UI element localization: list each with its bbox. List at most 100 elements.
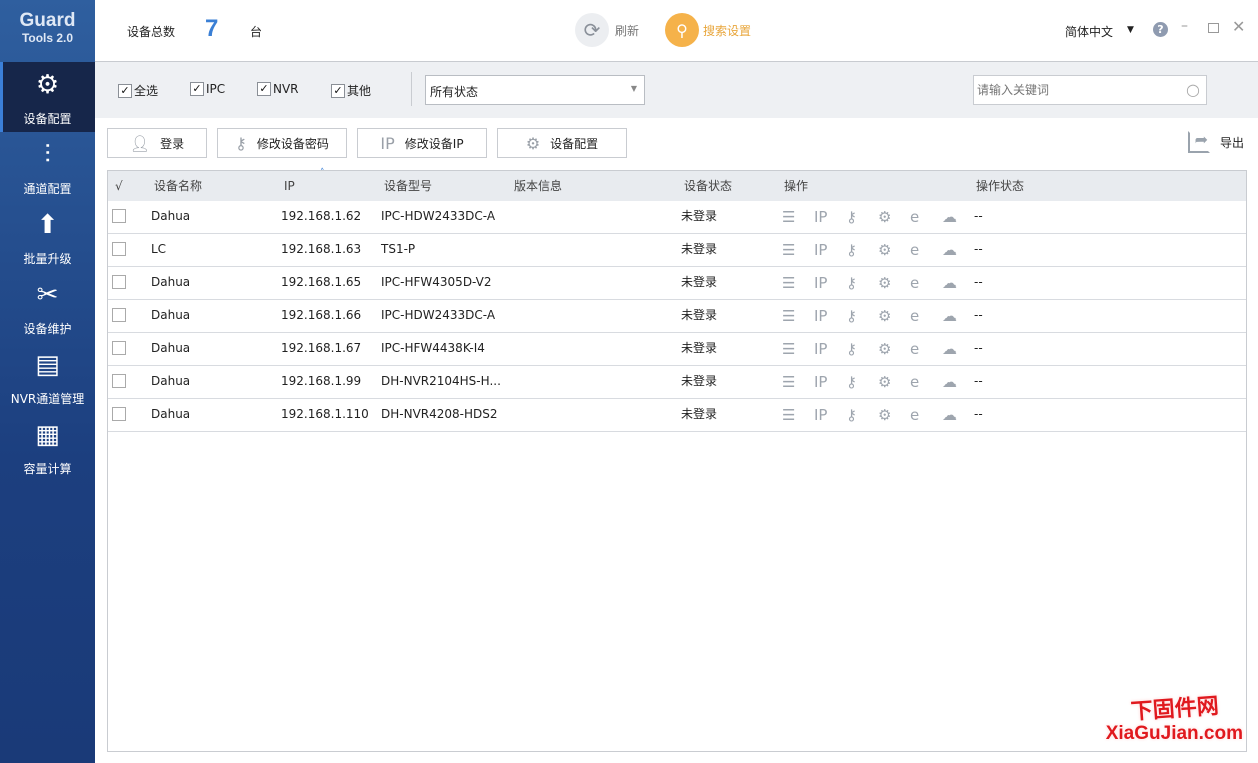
column-header[interactable]: 操作状态 <box>976 171 1024 201</box>
key-icon[interactable]: ⚷ <box>846 406 878 424</box>
details-icon[interactable]: ☰ <box>782 406 814 424</box>
search-icon[interactable]: ○ <box>1186 80 1200 99</box>
details-icon[interactable]: ☰ <box>782 208 814 226</box>
filter-checkbox-2[interactable]: ✓ NVR <box>257 82 299 96</box>
minimize-icon[interactable]: – <box>1181 18 1188 34</box>
gear-icon: ⚙ <box>525 133 541 153</box>
column-header[interactable]: 设备状态 <box>684 171 732 201</box>
browser-icon[interactable]: e <box>910 208 942 226</box>
details-icon[interactable]: ☰ <box>782 274 814 292</box>
browser-icon[interactable]: e <box>910 373 942 391</box>
table-row[interactable]: Dahua 192.168.1.67 IPC-HFW4438K-I4 未登录 ☰… <box>108 333 1246 366</box>
key-icon[interactable]: ⚷ <box>846 241 878 259</box>
checkbox[interactable]: ✓ <box>331 83 345 98</box>
key-icon[interactable]: ⚷ <box>846 307 878 325</box>
details-icon[interactable]: ☰ <box>782 241 814 259</box>
column-header[interactable]: 版本信息 <box>514 171 562 201</box>
cloud-icon[interactable]: ☁ <box>942 208 974 226</box>
device-model: IPC-HFW4438K-I4 <box>381 341 485 355</box>
sidebar-item-0[interactable]: ⚙ 设备配置 <box>0 62 95 132</box>
filter-checkbox-0[interactable]: ✓ 全选 <box>118 82 158 99</box>
row-checkbox[interactable] <box>112 308 126 322</box>
gear-icon[interactable]: ⚙ <box>878 274 910 292</box>
table-row[interactable]: LC 192.168.1.63 TS1-P 未登录 ☰ IP ⚷ ⚙ e ☁ -- <box>108 234 1246 267</box>
login-button[interactable]: 👤︎ 登录 <box>107 128 207 158</box>
row-checkbox[interactable] <box>112 374 126 388</box>
column-header[interactable]: 设备型号 <box>384 171 432 201</box>
checkbox[interactable]: ✓ <box>118 83 132 98</box>
gear-icon[interactable]: ⚙ <box>878 241 910 259</box>
column-header[interactable]: IP <box>284 171 295 201</box>
ip-icon[interactable]: IP <box>814 274 846 292</box>
cloud-icon[interactable]: ☁ <box>942 406 974 424</box>
gear-icon[interactable]: ⚙ <box>878 406 910 424</box>
checkbox[interactable]: ✓ <box>257 82 271 96</box>
sidebar-item-4[interactable]: ▤ NVR通道管理 <box>0 342 95 412</box>
status-select[interactable]: 所有状态 ▼ <box>425 75 645 105</box>
ip-icon[interactable]: IP <box>814 307 846 325</box>
sidebar-item-3[interactable]: ✂ 设备维护 <box>0 272 95 342</box>
table-row[interactable]: Dahua 192.168.1.66 IPC-HDW2433DC-A 未登录 ☰… <box>108 300 1246 333</box>
column-header[interactable]: 设备名称 <box>154 171 202 201</box>
row-checkbox[interactable] <box>112 242 126 256</box>
gear-icon[interactable]: ⚙ <box>878 340 910 358</box>
cloud-icon[interactable]: ☁ <box>942 340 974 358</box>
sidebar-item-5[interactable]: ▦ 容量计算 <box>0 412 95 482</box>
table-row[interactable]: Dahua 192.168.1.110 DH-NVR4208-HDS2 未登录 … <box>108 399 1246 432</box>
ip-icon[interactable]: IP <box>814 406 846 424</box>
browser-icon[interactable]: e <box>910 241 942 259</box>
ip-icon[interactable]: IP <box>814 241 846 259</box>
chevron-down-icon: ▼ <box>630 84 637 93</box>
help-icon[interactable]: ? <box>1153 22 1168 37</box>
row-checkbox[interactable] <box>112 275 126 289</box>
table-row[interactable]: Dahua 192.168.1.62 IPC-HDW2433DC-A 未登录 ☰… <box>108 201 1246 234</box>
cloud-icon[interactable]: ☁ <box>942 307 974 325</box>
gear-icon[interactable]: ⚙ <box>878 373 910 391</box>
refresh-button[interactable]: ⟳ 刷新 <box>575 13 639 47</box>
device-config-button[interactable]: ⚙ 设备配置 <box>497 128 627 158</box>
divider <box>411 72 412 106</box>
device-name: Dahua <box>151 275 191 289</box>
browser-icon[interactable]: e <box>910 406 942 424</box>
ip-icon[interactable]: IP <box>814 373 846 391</box>
export-button[interactable]: ➦ 导出 <box>1188 131 1244 153</box>
row-checkbox[interactable] <box>112 407 126 421</box>
details-icon[interactable]: ☰ <box>782 340 814 358</box>
browser-icon[interactable]: e <box>910 307 942 325</box>
search-input[interactable] <box>974 76 1174 104</box>
device-model: IPC-HDW2433DC-A <box>381 209 496 223</box>
key-icon[interactable]: ⚷ <box>846 340 878 358</box>
details-icon[interactable]: ☰ <box>782 373 814 391</box>
sidebar-item-1[interactable]: ⫶ 通道配置 <box>0 132 95 202</box>
browser-icon[interactable]: e <box>910 274 942 292</box>
key-icon[interactable]: ⚷ <box>846 274 878 292</box>
table-row[interactable]: Dahua 192.168.1.65 IPC-HFW4305D-V2 未登录 ☰… <box>108 267 1246 300</box>
cloud-icon[interactable]: ☁ <box>942 241 974 259</box>
column-header[interactable]: 操作 <box>784 171 808 201</box>
checkbox[interactable]: ✓ <box>190 82 204 96</box>
change-password-button[interactable]: ⚷ 修改设备密码 <box>217 128 347 158</box>
table-row[interactable]: Dahua 192.168.1.99 DH-NVR2104HS-H... 未登录… <box>108 366 1246 399</box>
row-checkbox[interactable] <box>112 209 126 223</box>
gear-icon[interactable]: ⚙ <box>878 307 910 325</box>
cloud-icon[interactable]: ☁ <box>942 274 974 292</box>
key-icon[interactable]: ⚷ <box>846 373 878 391</box>
key-icon[interactable]: ⚷ <box>846 208 878 226</box>
browser-icon[interactable]: e <box>910 340 942 358</box>
gear-icon[interactable]: ⚙ <box>878 208 910 226</box>
column-header[interactable]: √ <box>115 171 123 201</box>
ip-icon[interactable]: IP <box>814 340 846 358</box>
filter-checkbox-3[interactable]: ✓ 其他 <box>331 82 371 99</box>
filter-checkbox-1[interactable]: ✓ IPC <box>190 82 225 96</box>
close-icon[interactable]: ✕ <box>1232 17 1245 36</box>
ip-icon[interactable]: IP <box>814 208 846 226</box>
sidebar-item-2[interactable]: ⬆ 批量升级 <box>0 202 95 272</box>
cloud-icon[interactable]: ☁ <box>942 373 974 391</box>
logo-title: Guard <box>19 10 76 31</box>
language-select[interactable]: 简体中文 ▼ <box>1065 23 1134 40</box>
details-icon[interactable]: ☰ <box>782 307 814 325</box>
row-checkbox[interactable] <box>112 341 126 355</box>
maximize-icon[interactable] <box>1208 23 1219 33</box>
search-settings-button[interactable]: ⚲ 搜索设置 <box>665 13 751 47</box>
change-ip-button[interactable]: IP 修改设备IP <box>357 128 487 158</box>
